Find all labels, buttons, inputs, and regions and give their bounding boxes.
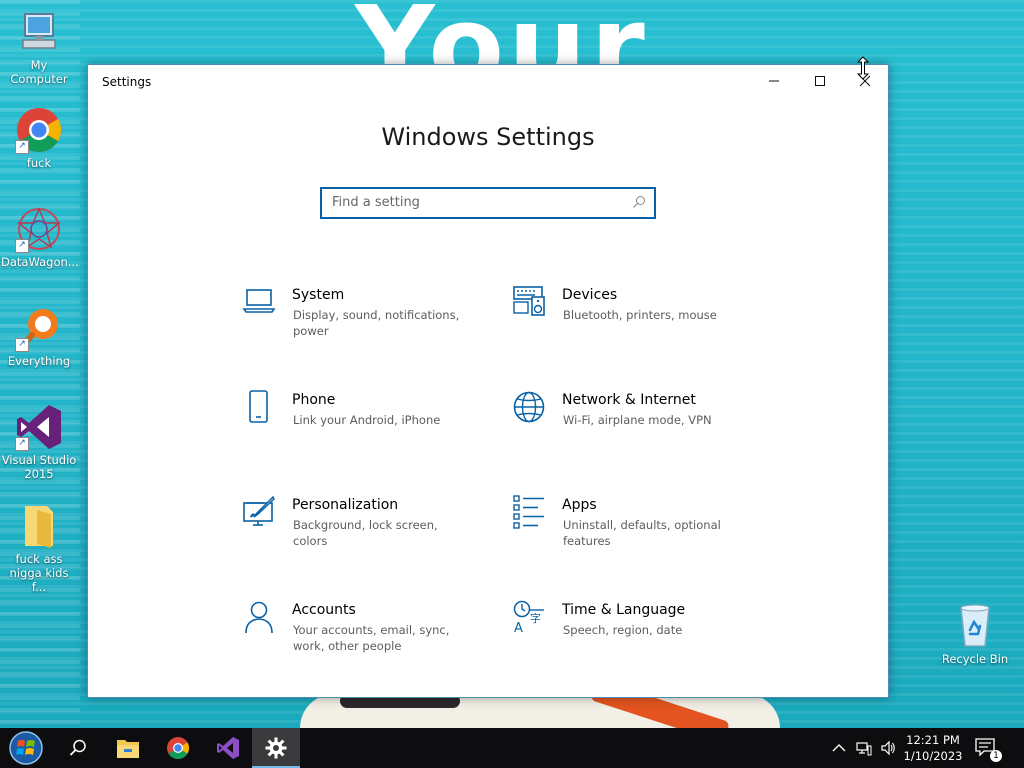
shortcut-arrow-icon: ↗ (15, 140, 29, 154)
category-accounts[interactable]: Accounts Your accounts, email, sync, wor… (242, 600, 482, 670)
keyboard-speaker-icon (513, 286, 545, 316)
category-name: Accounts (292, 602, 356, 618)
clock-time: 12:21 PM (906, 733, 960, 747)
minimize-icon (769, 80, 779, 82)
maximize-icon (815, 76, 825, 86)
desktop-icon-everything[interactable]: ↗ Everything (1, 304, 77, 368)
chevron-up-icon[interactable] (832, 743, 846, 753)
recycle-bin-icon (951, 602, 999, 650)
volume-icon[interactable] (880, 740, 896, 756)
desktop-icon-label: fuck ass nigga kids f... (9, 552, 69, 594)
category-name: Apps (562, 497, 597, 513)
shortcut-arrow-icon: ↗ (15, 437, 29, 451)
category-description: Bluetooth, printers, mouse (563, 308, 717, 322)
settings-gear-icon (265, 737, 287, 759)
category-description: Uninstall, defaults, optional features (563, 518, 721, 548)
category-network-internet[interactable]: Network & Internet Wi-Fi, airplane mode,… (512, 390, 752, 460)
svg-text:A: A (514, 621, 523, 634)
desktop-icon-folder[interactable]: fuck ass nigga kids f... (1, 502, 77, 594)
shortcut-arrow-icon: ↗ (15, 338, 29, 352)
chrome-icon (167, 737, 189, 759)
start-button[interactable] (2, 728, 50, 768)
category-description: Wi-Fi, airplane mode, VPN (563, 413, 712, 427)
everything-search-icon: ↗ (15, 304, 63, 352)
category-description: Display, sound, notifications, power (293, 308, 460, 338)
search-icon[interactable] (632, 195, 646, 209)
time-language-icon: A 字 (513, 600, 544, 634)
maximize-button[interactable] (797, 65, 843, 97)
action-center-button[interactable]: 1 (964, 728, 1008, 768)
file-explorer-icon (117, 740, 139, 758)
desktop-icon-label: My Computer (10, 58, 68, 86)
paint-brush-icon (243, 495, 275, 526)
category-name: Network & Internet (562, 392, 696, 408)
desktop-icon-datawagon[interactable]: ↗ DataWagon... (1, 205, 79, 269)
taskbar-visual-studio[interactable] (204, 728, 252, 768)
folder-icon (15, 502, 63, 550)
desktop-icon-label: Visual Studio 2015 (1, 453, 77, 481)
desktop-icon-chrome[interactable]: ↗ fuck (1, 106, 77, 170)
desktop-icon-visual-studio[interactable]: ↗ Visual Studio 2015 (1, 403, 77, 481)
minimize-button[interactable] (751, 65, 797, 97)
category-phone[interactable]: Phone Link your Android, iPhone (242, 390, 482, 460)
clock-date: 1/10/2023 (903, 749, 963, 763)
apps-list-icon (513, 495, 544, 529)
visual-studio-icon: ↗ (15, 403, 63, 451)
desktop-icon-recycle-bin[interactable]: Recycle Bin (937, 602, 1013, 666)
svg-text:字: 字 (530, 611, 541, 625)
window-title: Settings (102, 75, 152, 89)
visual-studio-icon (217, 737, 239, 759)
search-input[interactable] (322, 189, 632, 215)
start-icon (9, 731, 43, 765)
category-description: Background, lock screen, colors (293, 518, 438, 548)
category-apps[interactable]: Apps Uninstall, defaults, optional featu… (512, 495, 752, 565)
phone-icon (249, 390, 268, 423)
taskbar-search-button[interactable] (54, 728, 102, 768)
desktop-icon-label: Everything (7, 354, 71, 368)
category-name: Time & Language (562, 602, 686, 618)
category-name: Personalization (292, 497, 399, 513)
laptop-icon (242, 289, 276, 313)
resize-cursor-icon (856, 56, 870, 80)
desktop-icon-label: Recycle Bin (941, 652, 1009, 666)
category-system[interactable]: System Display, sound, notifications, po… (242, 285, 482, 355)
globe-icon (513, 391, 545, 423)
category-name: Phone (292, 392, 336, 408)
category-name: System (292, 287, 345, 303)
category-time-language[interactable]: A 字 Time & Language Speech, region, date (512, 600, 752, 670)
network-icon[interactable] (856, 740, 872, 756)
category-description: Link your Android, iPhone (293, 413, 441, 427)
title-bar[interactable]: Settings (88, 65, 888, 99)
search-icon (69, 739, 86, 756)
person-icon (245, 601, 273, 634)
search-box[interactable] (320, 187, 656, 219)
category-description: Speech, region, date (563, 623, 683, 637)
settings-window[interactable]: Settings Windows Settings System Display… (87, 64, 889, 698)
taskbar-file-explorer[interactable] (104, 728, 152, 768)
computer-icon (15, 8, 63, 56)
desktop-icon-label: fuck (26, 156, 52, 170)
wallpaper-graphic-bottom (300, 678, 780, 728)
desktop-icon-my-computer[interactable]: My Computer (1, 8, 77, 86)
taskbar-chrome[interactable] (154, 728, 202, 768)
page-title: Windows Settings (381, 123, 595, 151)
clock[interactable]: 12:21 PM 1/10/2023 (896, 732, 970, 764)
datawagon-icon: ↗ (15, 205, 63, 253)
shortcut-arrow-icon: ↗ (15, 239, 29, 253)
taskbar-settings[interactable] (252, 728, 300, 768)
category-name: Devices (562, 287, 618, 303)
desktop-icon-label: DataWagon... (1, 255, 79, 269)
taskbar: 12:21 PM 1/10/2023 1 (0, 728, 1024, 768)
chrome-icon: ↗ (15, 106, 63, 154)
system-tray (832, 728, 896, 768)
category-description: Your accounts, email, sync, work, other … (293, 623, 450, 653)
category-devices[interactable]: Devices Bluetooth, printers, mouse (512, 285, 752, 355)
notification-badge: 1 (990, 750, 1002, 762)
category-personalization[interactable]: Personalization Background, lock screen,… (242, 495, 482, 565)
